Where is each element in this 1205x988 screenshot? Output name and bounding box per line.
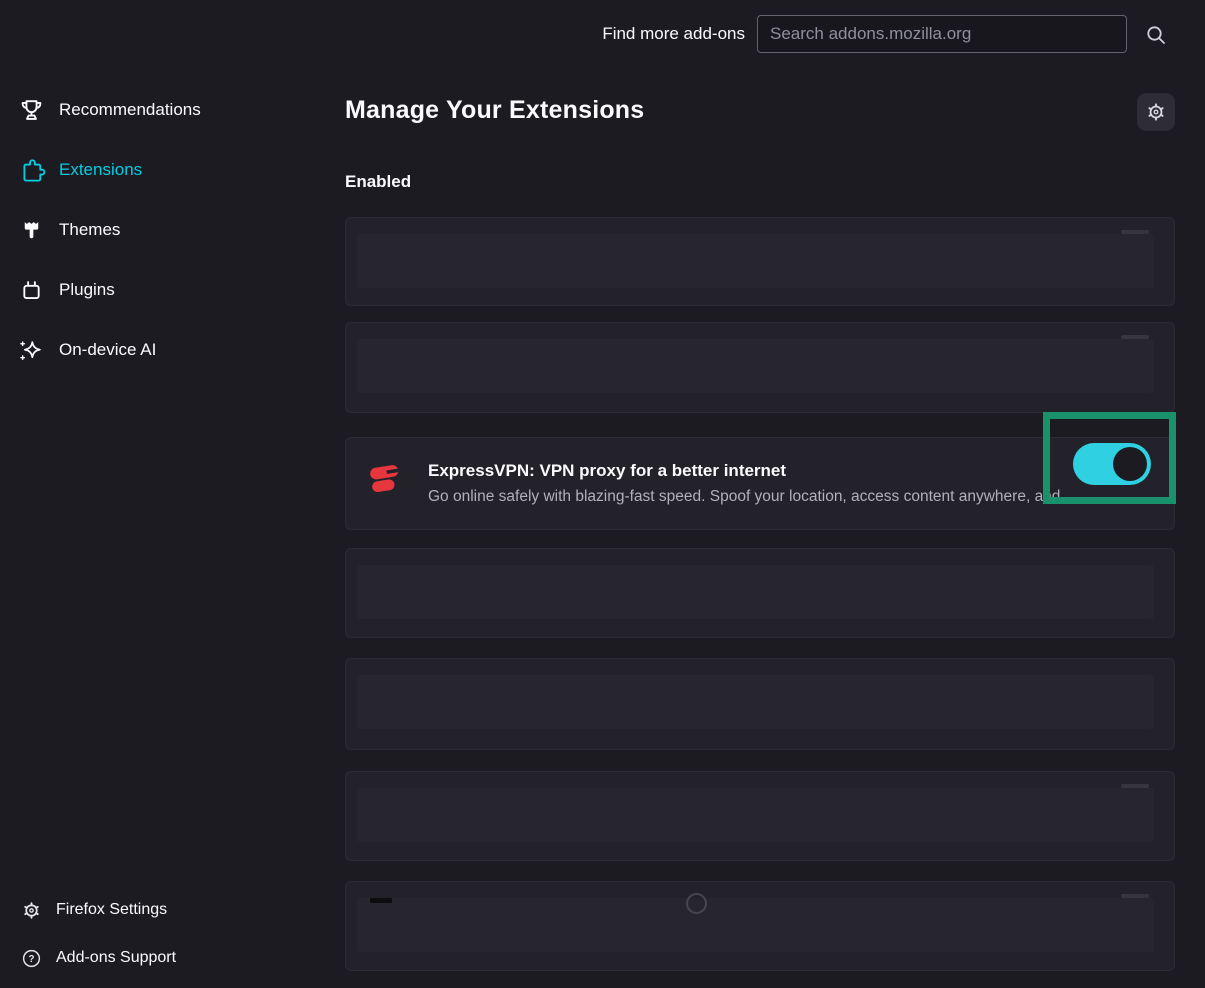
search-box: [757, 15, 1127, 53]
help-icon: ?: [21, 948, 42, 969]
redacted-toggle: [1121, 335, 1149, 339]
redacted-toggle: [1121, 894, 1149, 898]
sidebar-item-addons-support[interactable]: ? Add-ons Support: [0, 936, 332, 980]
expressvpn-logo-icon: [366, 458, 405, 497]
sidebar-item-plugins[interactable]: Plugins: [0, 268, 332, 312]
search-icon: [1144, 23, 1168, 47]
sidebar-item-on-device-ai[interactable]: On-device AI: [0, 328, 332, 372]
svg-text:?: ?: [28, 953, 34, 964]
plug-icon: [18, 277, 45, 304]
redacted-content: [357, 234, 1154, 288]
search-submit-button[interactable]: [1140, 19, 1172, 51]
sidebar-item-label: Extensions: [59, 160, 142, 180]
trophy-icon: [18, 97, 45, 124]
gear-icon: [1145, 101, 1167, 123]
tools-for-all-addons-button[interactable]: [1137, 93, 1175, 131]
sidebar-item-label: Recommendations: [59, 100, 201, 120]
extension-card-placeholder[interactable]: [345, 217, 1175, 306]
sidebar-item-label: Plugins: [59, 280, 115, 300]
extension-card-placeholder[interactable]: [345, 881, 1175, 971]
extension-card-placeholder[interactable]: [345, 771, 1175, 861]
sidebar-item-label: Themes: [59, 220, 120, 240]
extension-toggle[interactable]: [1073, 443, 1151, 485]
redacted-content: [357, 339, 1154, 393]
sidebar-item-firefox-settings[interactable]: Firefox Settings: [0, 888, 332, 932]
extension-card-placeholder[interactable]: [345, 548, 1175, 638]
redacted-toggle: [1121, 230, 1149, 234]
redacted-toggle: [1121, 784, 1149, 788]
page-title: Manage Your Extensions: [345, 96, 644, 125]
extension-card-placeholder[interactable]: [345, 322, 1175, 413]
redacted-content: [357, 898, 1154, 952]
redacted-content: [357, 675, 1154, 729]
toggle-knob: [1113, 447, 1147, 481]
extension-card-expressvpn[interactable]: ExpressVPN: VPN proxy for a better inter…: [345, 437, 1175, 530]
enabled-section-label: Enabled: [345, 172, 411, 192]
sparkle-icon: [18, 337, 45, 364]
extension-name: ExpressVPN: VPN proxy for a better inter…: [428, 461, 786, 481]
sidebar-item-label: On-device AI: [59, 340, 156, 360]
sidebar-item-themes[interactable]: Themes: [0, 208, 332, 252]
puzzle-icon: [18, 157, 45, 184]
sidebar-item-label: Firefox Settings: [56, 901, 167, 919]
redacted-content: [357, 565, 1154, 619]
search-input[interactable]: [757, 15, 1127, 53]
sidebar-item-recommendations[interactable]: Recommendations: [0, 88, 332, 132]
extension-card-placeholder[interactable]: [345, 658, 1175, 750]
redacted-badge: [686, 893, 707, 914]
sidebar-item-label: Add-ons Support: [56, 949, 176, 967]
redacted-content: [357, 788, 1154, 842]
gear-icon: [21, 900, 42, 921]
extension-description: Go online safely with blazing-fast speed…: [428, 488, 1078, 506]
sidebar-item-extensions[interactable]: Extensions: [0, 148, 332, 192]
paintbrush-icon: [18, 217, 45, 244]
redacted-logo: [370, 898, 392, 903]
find-more-addons-label: Find more add-ons: [545, 15, 745, 53]
